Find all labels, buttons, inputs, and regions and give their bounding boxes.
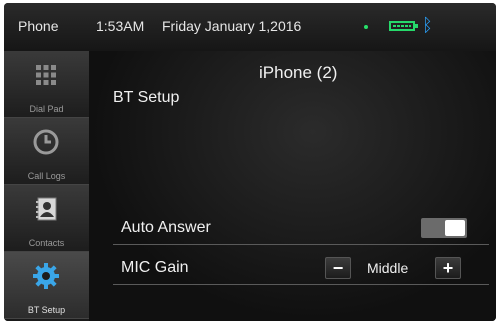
- contacts-book-icon: [36, 197, 57, 221]
- page-title: BT Setup: [113, 89, 180, 106]
- sidebar-item-dial-pad[interactable]: Dial Pad: [4, 51, 89, 118]
- signal-dot-icon: [364, 25, 368, 29]
- sidebar-item-label: Contacts: [28, 238, 65, 248]
- device-name: iPhone (2): [259, 63, 338, 82]
- bluetooth-icon: ᛒ: [422, 15, 433, 35]
- sidebar-item-label: Dial Pad: [29, 104, 64, 114]
- dialpad-icon: [36, 65, 56, 85]
- clock-time: 1:53AM: [96, 18, 145, 34]
- auto-answer-label: Auto Answer: [121, 219, 211, 236]
- gear-icon: [33, 263, 59, 289]
- row-divider: [113, 244, 489, 245]
- row-divider: [113, 284, 489, 285]
- clock-icon: [33, 129, 59, 155]
- sidebar-item-label: Call Logs: [27, 171, 66, 181]
- mic-gain-decrease-button[interactable]: −: [325, 257, 351, 279]
- bt-setup-panel: iPhone (2) BT Setup Auto Answer MIC Gain…: [89, 51, 496, 321]
- auto-answer-row: Auto Answer: [113, 211, 489, 245]
- app-title: Phone: [18, 18, 59, 34]
- date-text: Friday January 1,2016: [162, 18, 302, 34]
- sidebar: Dial Pad Call Logs Contacts BT Setup: [4, 51, 89, 321]
- mic-gain-increase-button[interactable]: +: [435, 257, 461, 279]
- sidebar-item-contacts[interactable]: Contacts: [4, 185, 89, 252]
- mic-gain-row: MIC Gain − Middle +: [113, 251, 489, 285]
- battery-icon: [389, 21, 418, 31]
- toggle-knob: [445, 220, 465, 236]
- sidebar-item-bt-setup[interactable]: BT Setup: [4, 252, 89, 319]
- status-bar: Phone 1:53AM Friday January 1,2016 ᛒ: [4, 3, 496, 51]
- mic-gain-label: MIC Gain: [121, 259, 189, 276]
- head-unit-screen: Phone 1:53AM Friday January 1,2016 ᛒ Dia…: [4, 3, 496, 321]
- mic-gain-value: Middle: [367, 260, 409, 276]
- sidebar-item-call-logs[interactable]: Call Logs: [4, 118, 89, 185]
- sidebar-item-label: BT Setup: [27, 305, 66, 315]
- auto-answer-toggle[interactable]: [421, 218, 467, 238]
